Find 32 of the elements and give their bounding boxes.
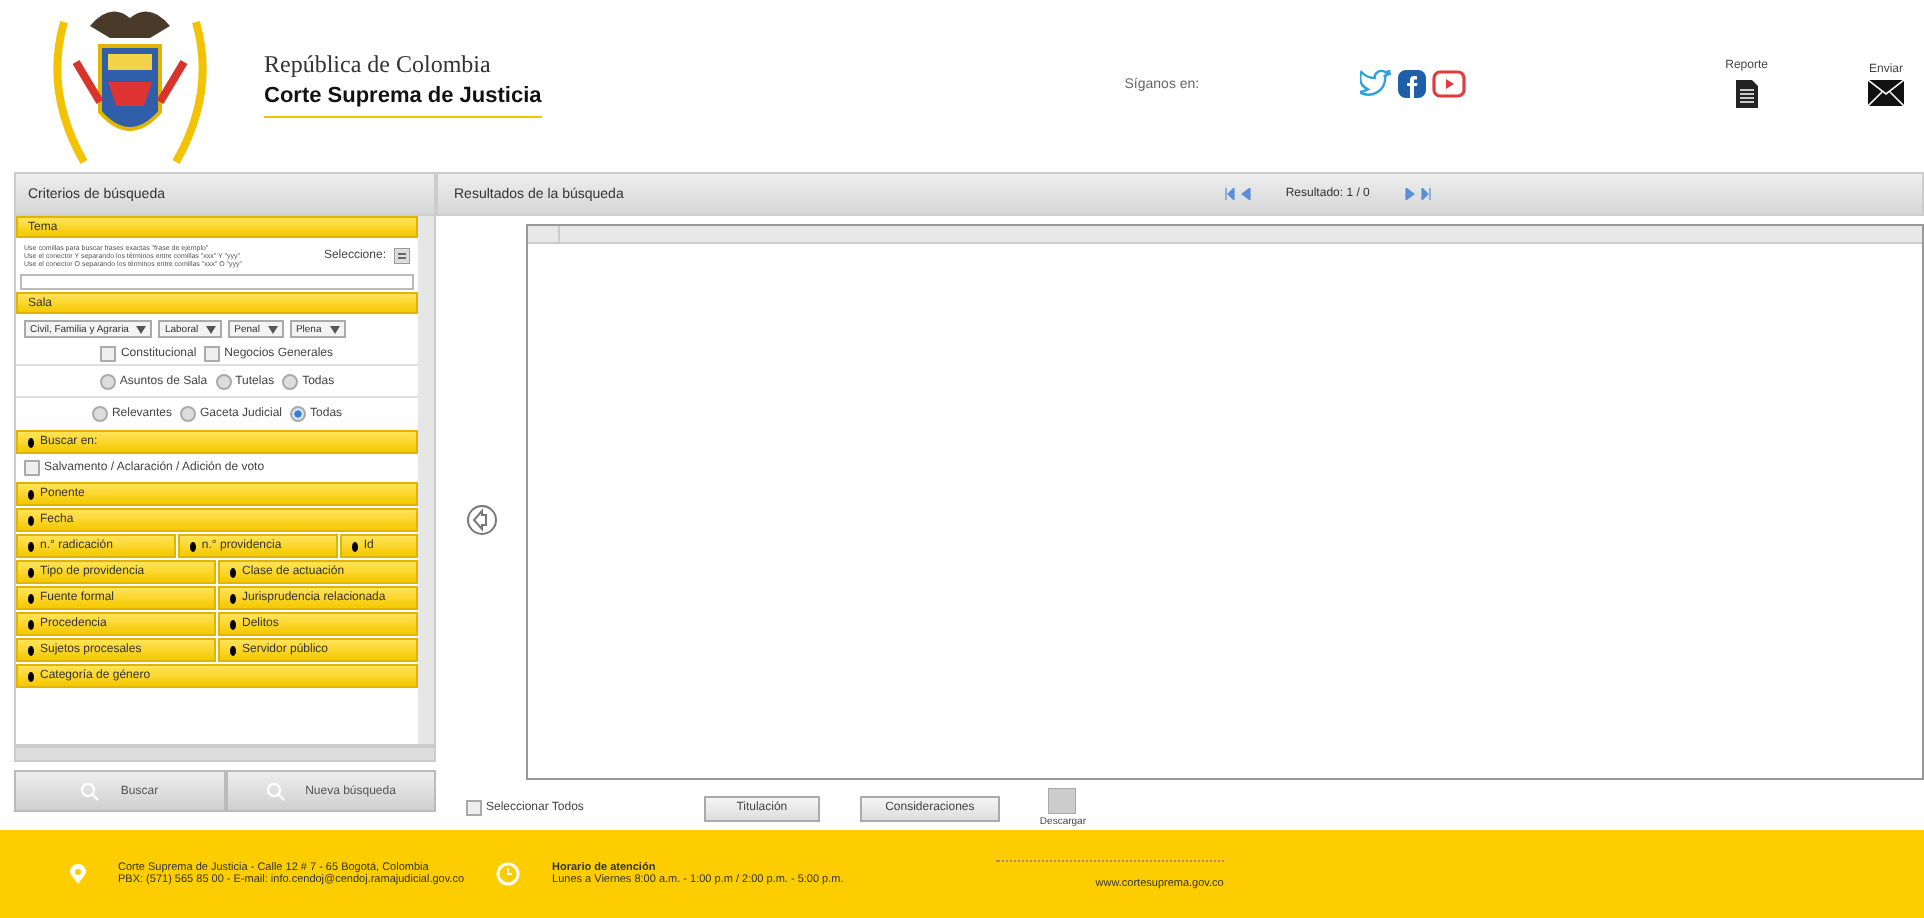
radio-button[interactable] [282,374,299,390]
checkbox[interactable] [100,346,117,362]
search-icon [265,781,286,801]
radio-button[interactable] [99,374,116,390]
checkbox[interactable] [24,460,40,476]
republic-title: República de Colombia [264,50,493,80]
envelope-icon[interactable] [1868,79,1904,105]
vertical-scrollbar[interactable] [418,216,434,744]
facebook-icon[interactable] [1397,70,1426,98]
bird-icon[interactable] [1359,70,1392,98]
caret-icon [329,325,340,333]
horizontal-scrollbar[interactable] [14,746,436,762]
radio-button[interactable] [179,406,196,422]
location-pin-icon [70,864,86,884]
play-icon[interactable] [1431,70,1466,98]
search-icon [80,781,101,801]
list-icon[interactable] [394,248,410,264]
caret-icon [136,325,147,333]
court-title: Corte Suprema de Justicia [264,84,542,118]
caret-icon [206,325,217,333]
last-page-icon[interactable] [1403,188,1432,200]
first-page-icon[interactable] [1223,188,1252,200]
theme-input-field[interactable] [20,274,414,290]
radio-button[interactable] [91,406,108,422]
clock-icon [496,862,521,886]
download-icon[interactable] [1048,788,1077,814]
checkbox[interactable] [466,800,482,816]
document-icon[interactable] [1734,76,1759,108]
caret-icon [267,325,278,333]
checkbox[interactable] [204,346,221,362]
radio-button[interactable] [215,374,232,390]
radio-button[interactable] [290,406,307,422]
